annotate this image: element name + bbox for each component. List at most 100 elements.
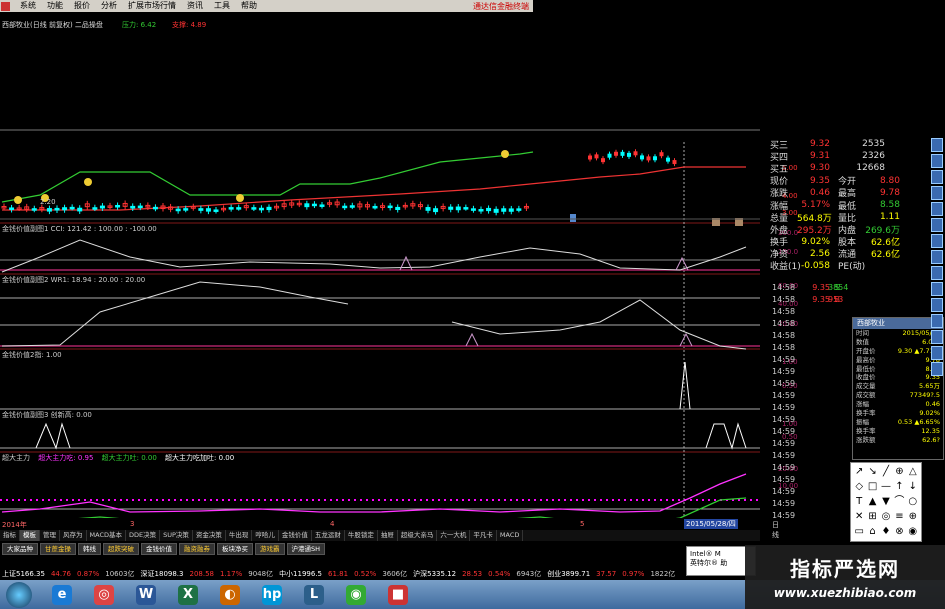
drawing-tool-icon[interactable]: ▭ xyxy=(853,525,865,539)
side-tool-icon[interactable] xyxy=(931,138,943,152)
start-button[interactable] xyxy=(0,580,38,609)
indicator-tab[interactable]: 资金决策 xyxy=(193,530,226,541)
template-tab[interactable]: 融资融券 xyxy=(179,542,215,555)
menu-item-function[interactable]: 功能 xyxy=(42,0,68,12)
drawing-tool-icon[interactable]: ⊕ xyxy=(893,465,905,479)
menu-item-help[interactable]: 帮助 xyxy=(236,0,262,12)
taskbar-app-button[interactable]: X xyxy=(170,582,206,608)
indicator-tab[interactable]: MACD基本 xyxy=(87,530,126,541)
indicator-tab[interactable]: 金钱价值 xyxy=(279,530,312,541)
template-tabs[interactable]: 大家品种 甘蔗金操 韩线 超跌突破 金钱价值 融资融券 板块净买 游戏霸 沪港通SH xyxy=(0,542,760,555)
taskbar-app-button[interactable]: ◉ xyxy=(338,582,374,608)
drawing-tool-icon[interactable]: ↘ xyxy=(866,465,878,479)
side-toolbar[interactable] xyxy=(931,138,945,418)
drawing-tool-icon[interactable]: ▲ xyxy=(866,495,878,509)
menu-item-system[interactable]: 系统 xyxy=(15,0,41,12)
drawing-tool-icon[interactable]: ⌂ xyxy=(866,525,878,539)
indicator-tab[interactable]: 五龙运财 xyxy=(312,530,345,541)
taskbar-app-button[interactable]: ◎ xyxy=(86,582,122,608)
indicator-tab[interactable]: 模板 xyxy=(20,530,40,541)
indicator-tab[interactable]: MACD xyxy=(497,530,524,541)
template-tab[interactable]: 沪港通SH xyxy=(286,542,326,555)
template-tab[interactable]: 韩线 xyxy=(78,542,101,555)
drawing-tool-icon[interactable]: ↓ xyxy=(907,480,919,494)
drawing-tool-icon[interactable]: ◎ xyxy=(880,510,892,524)
drawing-tool-icon[interactable]: — xyxy=(880,480,892,494)
drawing-tool-icon[interactable]: ⊞ xyxy=(866,510,878,524)
drawing-tool-icon[interactable]: △ xyxy=(907,465,919,479)
indicator-tab[interactable]: 哼哈儿 xyxy=(252,530,279,541)
template-tab[interactable]: 大家品种 xyxy=(2,542,38,555)
indicator-tab[interactable]: 六一大机 xyxy=(437,530,471,541)
taskbar-app-button[interactable]: W xyxy=(128,582,164,608)
drawing-tool-icon[interactable]: T xyxy=(853,495,865,509)
side-tool-icon[interactable] xyxy=(931,154,943,168)
side-tool-icon[interactable] xyxy=(931,170,943,184)
period-label[interactable]: 日线 xyxy=(772,520,779,540)
indicator-tab[interactable]: 平凡卡 xyxy=(470,530,497,541)
taskbar-app-button[interactable]: ◐ xyxy=(212,582,248,608)
template-tab[interactable]: 游戏霸 xyxy=(255,542,285,555)
drawing-tool-icon[interactable]: ◉ xyxy=(907,525,919,539)
data-window-row: 最高价9.78 xyxy=(856,355,940,364)
side-tool-icon[interactable] xyxy=(931,282,943,296)
candle-body xyxy=(501,208,507,212)
candle-body xyxy=(46,208,52,212)
taskbar-app-button[interactable]: e xyxy=(44,582,80,608)
side-tool-icon[interactable] xyxy=(931,186,943,200)
drawing-tool-icon[interactable]: □ xyxy=(866,480,878,494)
drawing-tool-icon[interactable]: ♦ xyxy=(880,525,892,539)
indicator-tab[interactable]: 超级大亲马 xyxy=(398,530,438,541)
taskbar-app-button[interactable]: L xyxy=(296,582,332,608)
indicator-tab[interactable]: 牛股锁定 xyxy=(345,530,378,541)
side-tool-icon[interactable] xyxy=(931,298,943,312)
side-tool-icon[interactable] xyxy=(931,330,943,344)
drawing-tool-icon[interactable]: ▼ xyxy=(880,495,892,509)
indicator-tabs[interactable]: 指标 模板 管理 风存为 MACD基本 DDE决策 SUP决策 资金决策 牛出现 哼哈儿 金钱价值五… xyxy=(0,530,760,541)
drawing-tool-icon[interactable]: ↑ xyxy=(893,480,905,494)
side-tool-icon[interactable] xyxy=(931,362,943,376)
side-tool-icon[interactable] xyxy=(931,218,943,232)
candle-body xyxy=(198,208,204,211)
drawing-tool-icon[interactable]: ↗ xyxy=(853,465,865,479)
indicator-tab[interactable]: 风存为 xyxy=(60,530,87,541)
side-tool-icon[interactable] xyxy=(931,314,943,328)
drawing-tool-icon[interactable]: ✕ xyxy=(853,510,865,524)
indicator-tab[interactable]: 指标 xyxy=(0,530,20,541)
menu-item-tools[interactable]: 工具 xyxy=(209,0,235,12)
side-tool-icon[interactable] xyxy=(931,250,943,264)
indicator-tab[interactable]: 抽屉 xyxy=(378,530,398,541)
indicator-tab[interactable]: 管理 xyxy=(40,530,60,541)
chart-area[interactable]: 西部牧业(日线 前复权) 二品操盘 压力: 6.42 支撑: 4.89 2.20… xyxy=(0,12,798,530)
tick-volume: 953 xyxy=(828,295,844,304)
menu-item-info[interactable]: 资讯 xyxy=(182,0,208,12)
candle-body xyxy=(640,155,644,160)
indicator-tab[interactable]: DDE决策 xyxy=(126,530,161,541)
side-tool-icon[interactable] xyxy=(931,346,943,360)
signal-spike xyxy=(679,361,691,410)
template-tab[interactable]: 甘蔗金操 xyxy=(40,542,76,555)
drawing-tool-icon[interactable]: ⊗ xyxy=(893,525,905,539)
taskbar-app-button[interactable]: hp xyxy=(254,582,290,608)
quote-row: 涨幅 5.17% 最低 8.58 xyxy=(770,200,900,212)
side-tool-icon[interactable] xyxy=(931,266,943,280)
drawing-tool-icon[interactable]: ╱ xyxy=(880,465,892,479)
side-tool-icon[interactable] xyxy=(931,234,943,248)
taskbar-app-button[interactable]: ■ xyxy=(380,582,416,608)
menu-item-analysis[interactable]: 分析 xyxy=(96,0,122,12)
template-tab[interactable]: 板块净买 xyxy=(217,542,253,555)
drawing-toolbox[interactable]: ↗ ↘ ╱ ⊕ △ ◇ □ — ↑ ↓ T ▲ ▼ ⌒ ○ ✕ ⊞ ◎ ≡ ⊕ ▭ ⌂ ♦ ⊗ ◉ xyxy=(850,462,922,542)
menu-item-ext-market[interactable]: 扩展市场行情 xyxy=(123,0,181,12)
indicator-tab[interactable]: 牛出现 xyxy=(226,530,253,541)
indicator-tab[interactable]: SUP决策 xyxy=(160,530,193,541)
menu-item-quote[interactable]: 报价 xyxy=(69,0,95,12)
candle-body xyxy=(601,158,605,163)
drawing-tool-icon[interactable]: ⊕ xyxy=(907,510,919,524)
drawing-tool-icon[interactable]: ◇ xyxy=(853,480,865,494)
template-tab[interactable]: 超跌突破 xyxy=(103,542,139,555)
template-tab[interactable]: 金钱价值 xyxy=(141,542,177,555)
drawing-tool-icon[interactable]: ⌒ xyxy=(893,495,905,509)
drawing-tool-icon[interactable]: ≡ xyxy=(893,510,905,524)
drawing-tool-icon[interactable]: ○ xyxy=(907,495,919,509)
side-tool-icon[interactable] xyxy=(931,202,943,216)
